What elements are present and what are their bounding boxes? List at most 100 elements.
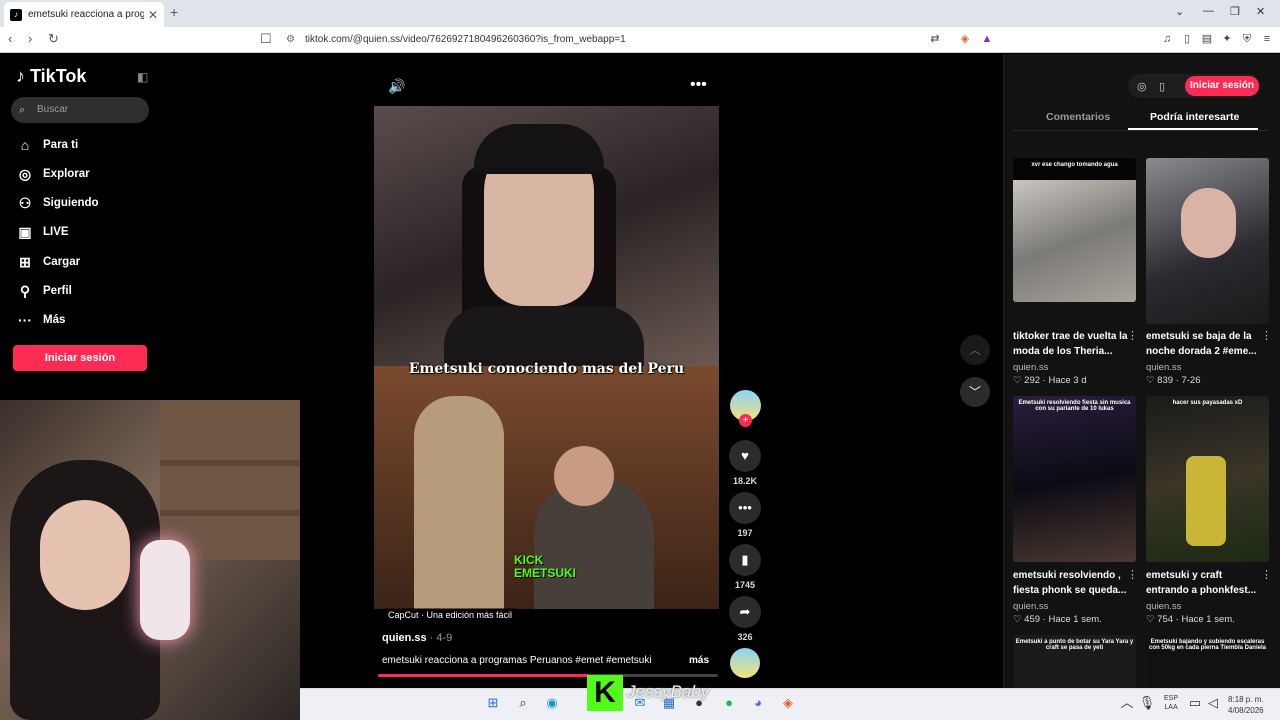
share-icon: ➦ bbox=[739, 604, 751, 619]
time: 7-26 bbox=[1181, 375, 1201, 386]
sound-avatar[interactable] bbox=[730, 648, 760, 678]
new-tab-button[interactable]: + bbox=[170, 4, 178, 20]
brave-shield-icon[interactable]: ◈ bbox=[958, 32, 972, 46]
video-progress-bar[interactable] bbox=[378, 674, 718, 677]
brave-icon[interactable]: ◈ bbox=[779, 694, 797, 712]
forward-icon[interactable]: › bbox=[28, 31, 32, 46]
suggested-user[interactable]: quien.ss bbox=[1146, 362, 1181, 373]
figure-body bbox=[444, 306, 644, 366]
system-clock[interactable]: 8:18 p. m. 4/08/2026 bbox=[1228, 694, 1264, 716]
more-options-icon[interactable]: ⋮ bbox=[1261, 329, 1272, 342]
vpn-icon[interactable]: ⛨ bbox=[1240, 32, 1254, 46]
video-author[interactable]: quien.ss · 4-9 bbox=[382, 632, 452, 644]
search-input[interactable]: ⌕ Buscar bbox=[11, 97, 149, 123]
volume-tray-icon[interactable]: ◁ bbox=[1204, 694, 1222, 712]
volume-icon[interactable]: 🔊 bbox=[388, 78, 405, 95]
capcut-badge[interactable]: CapCut · Una edición más fácil bbox=[384, 608, 517, 622]
menu-icon[interactable]: ≡ bbox=[1260, 32, 1274, 46]
suggested-title[interactable]: emetsuki se baja de la noche dorada 2 #e… bbox=[1146, 329, 1261, 359]
translate-icon[interactable]: ⇄ bbox=[928, 32, 942, 46]
suggested-thumbnail[interactable]: Emetsuki bajando y subiendo escaleras co… bbox=[1146, 635, 1269, 688]
sidebar-item-para-ti[interactable]: ⌂ Para ti bbox=[16, 135, 78, 155]
tab-suggested[interactable]: Podría interesarte bbox=[1150, 111, 1239, 123]
suggested-thumbnail[interactable] bbox=[1146, 158, 1269, 324]
edge-icon[interactable]: ◉ bbox=[543, 694, 561, 712]
maximize-icon[interactable]: ❐ bbox=[1230, 5, 1240, 18]
share-button[interactable]: ➦ bbox=[729, 596, 761, 628]
follow-plus-icon[interactable]: + bbox=[739, 414, 752, 427]
windows-start-icon[interactable]: ⊞ bbox=[484, 694, 502, 712]
more-options-icon[interactable]: ⋮ bbox=[1127, 568, 1138, 581]
discord-icon[interactable]: ◕ bbox=[749, 694, 767, 712]
sidebar-toggle-icon[interactable]: ▯ bbox=[1180, 32, 1194, 46]
thumbnail-caption: Emetsuki resolviendo fiesta sin musica c… bbox=[1018, 400, 1131, 412]
more-options-icon[interactable]: ⋮ bbox=[1127, 329, 1138, 342]
sidebar-item-label: Más bbox=[43, 314, 66, 326]
sidebar-item-explorar[interactable]: ◎ Explorar bbox=[16, 164, 90, 184]
network-icon[interactable]: ▭ bbox=[1186, 694, 1204, 712]
browser-tab[interactable]: ♪ emetsuki reacciona a programas ✕ bbox=[4, 2, 164, 27]
likes: 292 bbox=[1024, 375, 1041, 386]
sidebar-item-live[interactable]: ▣ LIVE bbox=[16, 222, 68, 242]
language-indicator[interactable]: ESP LAA bbox=[1164, 694, 1178, 712]
suggested-user[interactable]: quien.ss bbox=[1146, 601, 1181, 612]
tab-active-indicator bbox=[1128, 128, 1258, 130]
tiktok-logo[interactable]: ♪ TikTok bbox=[16, 66, 86, 87]
suggested-title[interactable]: emetsuki resolviendo , fiesta phonk se q… bbox=[1013, 568, 1128, 598]
collapse-sidebar-icon[interactable]: ◧ bbox=[137, 70, 148, 84]
window-close-icon[interactable]: ✕ bbox=[1256, 5, 1265, 18]
suggested-thumbnail[interactable]: xvr ese chango tomando agua bbox=[1013, 158, 1136, 302]
more-options-icon[interactable]: ⋮ bbox=[1261, 568, 1272, 581]
previous-video-button[interactable]: ︿ bbox=[960, 335, 990, 365]
suggested-user[interactable]: quien.ss bbox=[1013, 362, 1048, 373]
sidebar-item-mas[interactable]: ··· Más bbox=[16, 310, 65, 330]
leo-ai-icon[interactable]: ✦ bbox=[1220, 32, 1234, 46]
video-overlay-title: Emetsuki conociendo mas del Peru bbox=[408, 361, 685, 377]
browser-tab-strip bbox=[0, 0, 1280, 27]
sidebar-item-perfil[interactable]: ⚲ Perfil bbox=[16, 281, 72, 301]
suggested-thumbnail[interactable]: Emetsuki resolviendo fiesta sin musica c… bbox=[1013, 396, 1136, 562]
suggested-thumbnail[interactable]: Emetsuki a punto de botar su Yara Yara y… bbox=[1013, 635, 1136, 688]
like-button[interactable]: ♥ bbox=[729, 440, 761, 472]
coin-icon[interactable]: ◎ bbox=[1137, 80, 1147, 93]
back-icon[interactable]: ‹ bbox=[8, 31, 12, 46]
shelf bbox=[160, 400, 300, 560]
reload-icon[interactable]: ↻ bbox=[48, 31, 59, 47]
tray-chevron-icon[interactable]: ︿ bbox=[1118, 694, 1136, 712]
site-info-icon[interactable]: ⚙ bbox=[286, 30, 295, 50]
tab-search-icon[interactable]: ⌄ bbox=[1175, 5, 1184, 18]
author-avatar[interactable]: + bbox=[730, 390, 761, 427]
microphone-icon[interactable]: 🎙 bbox=[1138, 694, 1156, 712]
next-video-button[interactable]: ﹀ bbox=[960, 377, 990, 407]
save-button[interactable]: ▮ bbox=[729, 544, 761, 576]
bookmark-icon[interactable]: ☐ bbox=[260, 31, 272, 47]
kick-text: KICK bbox=[514, 553, 544, 567]
search-icon[interactable]: ⌕ bbox=[514, 694, 532, 712]
spotify-icon[interactable]: ● bbox=[720, 694, 738, 712]
suggested-stats: ♡ 459 · Hace 1 sem. bbox=[1013, 614, 1102, 625]
wallet-icon[interactable]: ▤ bbox=[1200, 32, 1214, 46]
sidebar-item-cargar[interactable]: ⊞ Cargar bbox=[16, 252, 80, 272]
device-icon[interactable]: ▯ bbox=[1159, 80, 1165, 93]
suggested-thumbnail[interactable]: hacer sus payasadas xD bbox=[1146, 396, 1269, 562]
suggested-title[interactable]: tiktoker trae de vuelta la moda de los T… bbox=[1013, 329, 1128, 359]
suggested-user[interactable]: quien.ss bbox=[1013, 601, 1048, 612]
header-login-button[interactable]: Iniciar sesión bbox=[1185, 76, 1259, 96]
sidebar-item-label: Explorar bbox=[43, 168, 90, 180]
video-player[interactable]: Emetsuki conociendo mas del Peru KICK EME… bbox=[374, 106, 719, 609]
url-field[interactable]: ⚙ tiktok.com/@quien.ss/video/76269271804… bbox=[280, 30, 1000, 50]
thumbnail-face bbox=[1181, 188, 1236, 258]
lang-primary: ESP bbox=[1164, 695, 1179, 702]
figure-head bbox=[554, 446, 614, 506]
more-options-icon[interactable]: ••• bbox=[690, 76, 707, 94]
music-icon[interactable]: ♫ bbox=[1160, 32, 1174, 46]
sidebar-item-siguiendo[interactable]: ⚇ Siguiendo bbox=[16, 193, 99, 213]
suggested-title[interactable]: emetsuki y craft entrando a phonkfest... bbox=[1146, 568, 1261, 598]
more-caption-link[interactable]: más bbox=[689, 655, 709, 666]
tab-comments[interactable]: Comentarios bbox=[1046, 111, 1110, 123]
minimize-icon[interactable]: — bbox=[1203, 5, 1214, 17]
close-tab-icon[interactable]: ✕ bbox=[148, 8, 158, 22]
comment-button[interactable]: ••• bbox=[729, 492, 761, 524]
brave-rewards-icon[interactable]: ▲ bbox=[980, 32, 994, 46]
login-button[interactable]: Iniciar sesión bbox=[13, 345, 147, 371]
